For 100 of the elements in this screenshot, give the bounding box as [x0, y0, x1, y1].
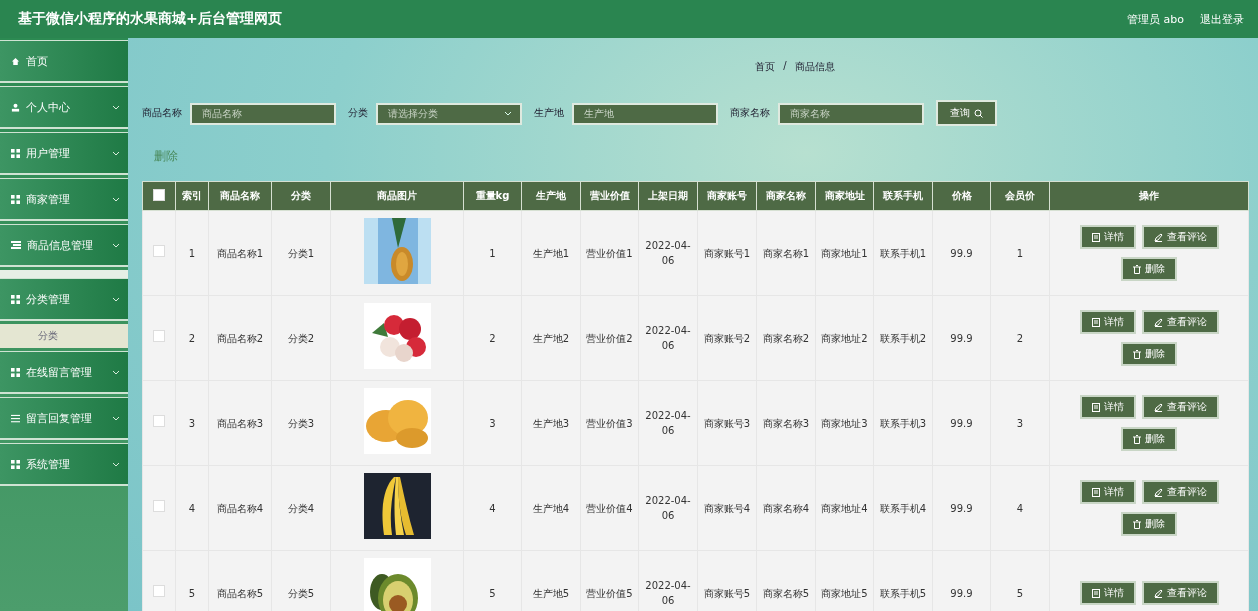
table-cell: 商品名称2 — [208, 295, 272, 381]
checkbox[interactable] — [153, 500, 165, 512]
column-header: 商家名称 — [756, 181, 816, 211]
submenu-item[interactable]: 分类 — [0, 324, 128, 348]
chevron-icon — [112, 242, 120, 248]
checkbox[interactable] — [153, 189, 165, 201]
chevron-icon — [112, 415, 120, 421]
table-cell: 商品名称4 — [208, 465, 272, 551]
table-cell: 商家账号2 — [697, 295, 757, 381]
table-cell: 商家账号4 — [697, 465, 757, 551]
table-cell: 1 — [990, 210, 1050, 296]
menu-item[interactable]: 个人中心 — [0, 86, 128, 129]
column-header: 商品图片 — [330, 181, 464, 211]
menu-item[interactable]: 商品信息管理 — [0, 224, 128, 267]
menu-label: 首页 — [26, 53, 49, 69]
user-name: 管理员 abo — [1127, 11, 1184, 27]
delete-button[interactable]: 删除 — [1121, 427, 1177, 451]
checkbox[interactable] — [153, 330, 165, 342]
details-button[interactable]: 详情 — [1079, 581, 1136, 605]
comments-button[interactable]: 查看评论 — [1141, 395, 1219, 419]
table-cell: 营业价值3 — [580, 380, 639, 466]
table-cell: 2022-04-06 — [638, 210, 698, 296]
table-cell: 4 — [990, 465, 1050, 551]
table-cell: 联系手机3 — [873, 380, 933, 466]
column-header: 上架日期 — [638, 181, 698, 211]
search-field[interactable]: 商家名称 — [778, 102, 924, 125]
table-cell: 3 — [463, 380, 522, 466]
column-header: 生产地 — [521, 181, 581, 211]
trash-icon — [1133, 519, 1141, 529]
document-icon — [1091, 402, 1100, 412]
menu-item[interactable]: 留言回复管理 — [0, 397, 128, 440]
table-cell: 生产地4 — [521, 465, 581, 551]
pen-icon — [1153, 317, 1163, 327]
menu-label: 用户管理 — [26, 145, 71, 161]
search-field[interactable]: 生产地 — [572, 102, 718, 125]
table-cell: 4 — [463, 465, 522, 551]
table-cell: 99.9 — [932, 465, 991, 551]
checkbox[interactable] — [153, 585, 165, 597]
breadcrumb-item[interactable]: 首页 — [755, 60, 776, 74]
checkbox[interactable] — [153, 245, 165, 257]
table-cell: 营业价值2 — [580, 295, 639, 381]
menu-item[interactable]: 在线留言管理 — [0, 351, 128, 394]
menu-item[interactable]: 商家管理 — [0, 178, 128, 221]
details-button[interactable]: 详情 — [1079, 480, 1136, 504]
column-header: 重量kg — [463, 181, 522, 211]
trash-icon — [1133, 349, 1141, 359]
comments-button[interactable]: 查看评论 — [1141, 225, 1219, 249]
chevron-icon — [112, 296, 120, 302]
table-cell: 商家名称1 — [756, 210, 816, 296]
pen-icon — [1153, 487, 1163, 497]
table-cell: 营业价值4 — [580, 465, 639, 551]
table-cell: 商品名称3 — [208, 380, 272, 466]
menu-item[interactable]: 用户管理 — [0, 132, 128, 175]
table-cell: 生产地1 — [521, 210, 581, 296]
grid-icon — [11, 148, 20, 158]
comments-button[interactable]: 查看评论 — [1141, 581, 1219, 605]
breadcrumb-item[interactable]: 商品信息 — [794, 60, 835, 74]
grid-icon — [11, 194, 20, 204]
trash-icon — [1133, 434, 1141, 444]
menu-label: 留言回复管理 — [26, 410, 93, 426]
column-header: 会员价 — [990, 181, 1050, 211]
search-field[interactable]: 商品名称 — [190, 102, 336, 125]
details-button[interactable]: 详情 — [1079, 225, 1136, 249]
pen-icon — [1153, 232, 1163, 242]
table-cell: 分类2 — [271, 295, 331, 381]
menu-item[interactable]: 首页 — [0, 40, 128, 83]
document-icon — [1091, 317, 1100, 327]
table-cell: 商家地址2 — [815, 295, 874, 381]
chevron-icon — [112, 369, 120, 375]
pen-icon — [1153, 588, 1163, 598]
menu-item[interactable]: 系统管理 — [0, 443, 128, 486]
menu-label: 个人中心 — [26, 99, 71, 115]
delete-button[interactable]: 删除 — [1121, 342, 1177, 366]
table-cell: 商家名称4 — [756, 465, 816, 551]
checkbox[interactable] — [153, 415, 165, 427]
comments-button[interactable]: 查看评论 — [1141, 480, 1219, 504]
table-cell: 生产地3 — [521, 380, 581, 466]
grid-icon — [11, 459, 20, 469]
comments-button[interactable]: 查看评论 — [1141, 310, 1219, 334]
logout-link[interactable]: 退出登录 — [1200, 11, 1244, 27]
column-header: 价格 — [932, 181, 991, 211]
table-cell: 99.9 — [932, 295, 991, 381]
table-cell: 99.9 — [932, 380, 991, 466]
delete-button[interactable]: 删除 — [1121, 512, 1177, 536]
column-header: 商品名称 — [208, 181, 272, 211]
column-header: 操作 — [1049, 181, 1249, 211]
chevron-icon — [112, 104, 120, 110]
search-icon — [974, 108, 983, 118]
column-header: 分类 — [271, 181, 331, 211]
table-cell: 2022-04-06 — [638, 295, 698, 381]
delete-button[interactable]: 删除 — [1121, 257, 1177, 281]
sliders-icon — [11, 413, 20, 423]
pen-icon — [1153, 402, 1163, 412]
details-button[interactable]: 详情 — [1079, 310, 1136, 334]
table-cell: 联系手机1 — [873, 210, 933, 296]
menu-label: 商家管理 — [26, 191, 71, 207]
details-button[interactable]: 详情 — [1079, 395, 1136, 419]
trash-icon — [1133, 264, 1141, 274]
category-select[interactable]: 请选择分类 — [376, 102, 522, 125]
search-button[interactable]: 查询 — [936, 100, 997, 126]
